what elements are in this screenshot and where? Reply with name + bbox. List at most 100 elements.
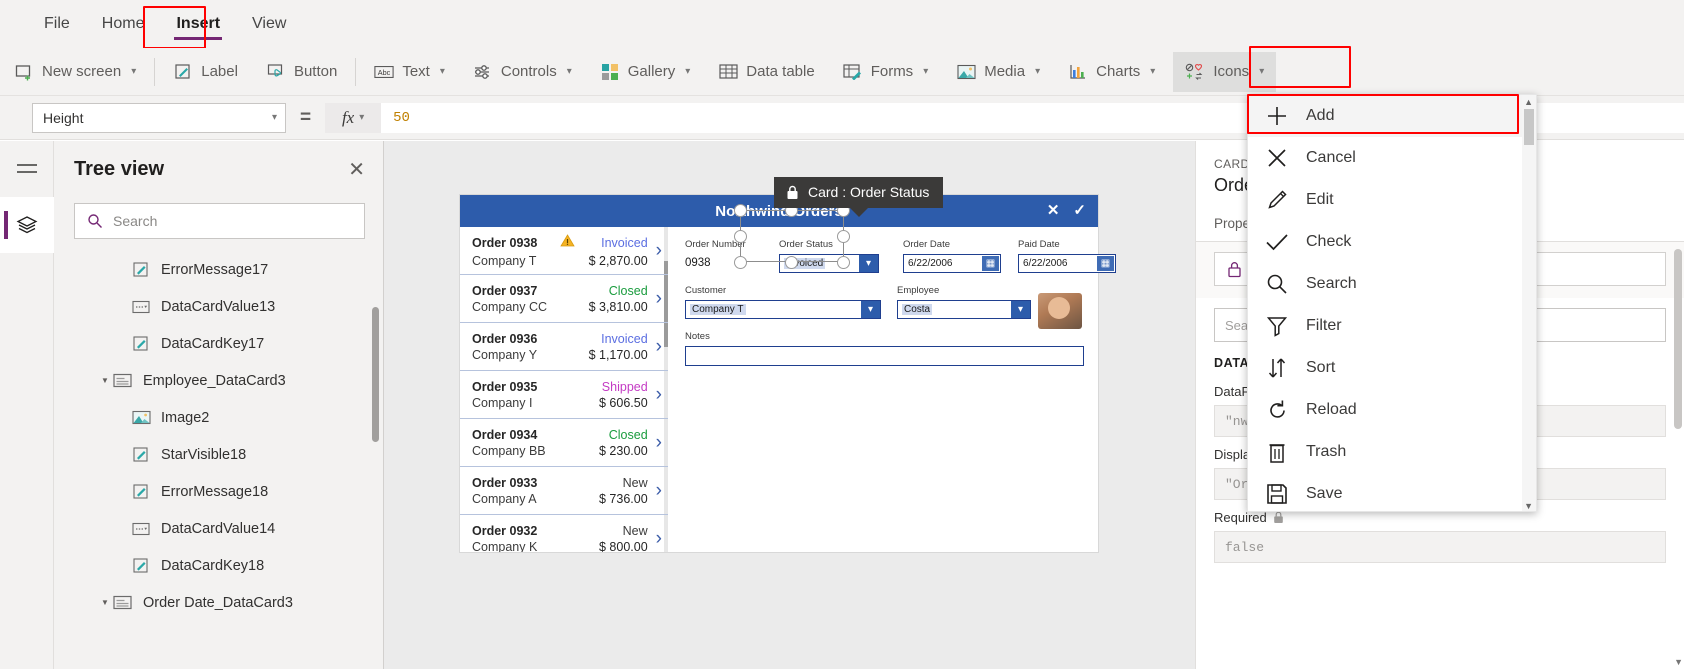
chevron-down-icon[interactable]: ▾ [1011,301,1030,318]
menu-item-insert[interactable]: Insert [160,9,236,40]
gallery-item[interactable]: Order 0936 Invoiced Company Y $ 1,170.00 › [460,323,668,371]
required-input[interactable]: false [1214,531,1666,563]
tree-item[interactable]: ▼ Employee_DataCard3 [54,362,383,399]
icons-menu-item-check[interactable]: Check [1248,221,1536,263]
icons-menu-item-search[interactable]: Search [1248,263,1536,305]
ribbon-button-control[interactable]: Button [254,52,349,92]
gallery-amount: $ 1,170.00 [588,347,648,362]
check-icon[interactable]: ✓ [1073,201,1086,219]
menu-item-home[interactable]: Home [86,9,161,39]
icons-dropdown-menu[interactable]: Add Cancel Edit Check Search Filter Sort Reload… [1247,94,1537,512]
tree-item[interactable]: StarVisible18 [54,436,383,473]
tree-item[interactable]: DataCardKey17 [54,325,383,362]
gallery-order-status: New [622,523,648,538]
chevron-right-icon[interactable]: › [656,288,662,310]
gallery-item-texts: Order 0938 Invoiced Company T $ 2,870.00 [472,233,648,268]
close-icon[interactable]: ✕ [348,157,365,182]
ribbon-charts[interactable]: Charts ▾ [1056,52,1167,92]
tree-item-label: ErrorMessage18 [161,483,269,500]
ribbon-icons[interactable]: Icons ▾ [1173,51,1277,92]
property-selector[interactable]: Height ▾ [32,102,286,133]
filter-icon [1264,315,1290,337]
gallery-item[interactable]: Order 0933 New Company A $ 736.00 › [460,467,668,515]
ribbon-new-screen[interactable]: New screen ▾ [2,52,148,92]
gallery-item[interactable]: Order 0935 Shipped Company I $ 606.50 › [460,371,668,419]
menu-item-file[interactable]: File [28,9,86,39]
gallery-item[interactable]: Order 0932 New Company K $ 800.00 › [460,515,668,553]
hamburger-icon [17,164,37,173]
icons-menu-item-label: Save [1306,485,1343,502]
chevron-down-icon[interactable]: ▾ [859,255,878,272]
tree-item[interactable]: Image2 [54,399,383,436]
customer-dropdown[interactable]: Company T ▾ [685,300,881,319]
hamburger-menu-button[interactable] [0,141,54,197]
icons-menu-item-edit[interactable]: Edit [1248,179,1536,221]
tree-item[interactable]: DataCardValue14 [54,510,383,547]
icons-menu-item-filter[interactable]: Filter [1248,305,1536,347]
gallery-item-line1: Order 0932 New [472,524,648,538]
gallery-company: Company K [472,539,538,553]
order-date-input[interactable]: 6/22/2006 ▦ [903,254,1001,273]
tree-item-list[interactable]: ErrorMessage17 DataCardValue13 DataCardKey… [54,249,383,669]
chevron-down-icon: ▾ [1150,66,1156,77]
chevron-right-icon[interactable]: › [656,336,662,358]
expand-collapse-icon[interactable]: ▼ [98,598,112,607]
icons-menu-item-trash[interactable]: Trash [1248,431,1536,473]
tree-item[interactable]: ErrorMessage18 [54,473,383,510]
icons-menu-item-sort[interactable]: Sort [1248,347,1536,389]
icons-menu-item-cancel[interactable]: Cancel [1248,137,1536,179]
selection-handle-mr[interactable] [837,230,850,243]
tree-item[interactable]: DataCardValue13 [54,288,383,325]
tree-item[interactable]: ▼ Order Date_DataCard3 [54,584,383,621]
cancel-icon [1264,147,1290,169]
gallery-item[interactable]: Order 0934 Closed Company BB $ 230.00 › [460,419,668,467]
tree-scrollbar-thumb[interactable] [372,307,379,442]
selection-handle-ml[interactable] [734,230,747,243]
gallery-item-texts: Order 0934 Closed Company BB $ 230.00 [472,428,648,458]
chevron-right-icon[interactable]: › [656,480,662,502]
selection-handle-bc[interactable] [785,256,798,269]
icons-menu-item-reload[interactable]: Reload [1248,389,1536,431]
calendar-icon[interactable]: ▦ [982,256,999,271]
selection-handle-br[interactable] [837,256,850,269]
ribbon-data-table[interactable]: Data table [706,52,826,92]
chevron-right-icon[interactable]: › [656,528,662,550]
selection-handle-bl[interactable] [734,256,747,269]
fx-button[interactable]: fx ▾ [325,102,382,133]
ribbon-label-control[interactable]: Label [161,52,250,92]
tree-item[interactable]: ErrorMessage17 [54,251,383,288]
ribbon-forms[interactable]: Forms ▾ [831,52,941,92]
gallery-item[interactable]: Order 0938 Invoiced Company T $ 2,870.00 › [460,227,668,275]
scroll-up-icon[interactable]: ▲ [1524,97,1533,107]
chevron-down-icon[interactable]: ▾ [861,301,880,318]
orders-gallery[interactable]: Order 0938 Invoiced Company T $ 2,870.00 › Or… [460,227,668,552]
ribbon-controls[interactable]: Controls ▾ [461,52,584,92]
expand-collapse-icon[interactable]: ▼ [98,376,112,385]
scroll-down-icon[interactable]: ▼ [1674,657,1683,667]
tree-item[interactable]: DataCardKey18 [54,547,383,584]
ribbon-text[interactable]: Abc Text ▾ [362,52,457,92]
notes-input[interactable] [685,346,1084,366]
gallery-item[interactable]: Order 0937 Closed Company CC $ 3,810.00 › [460,275,668,323]
employee-dropdown[interactable]: Costa ▾ [897,300,1031,319]
dropdown-scrollbar-thumb[interactable] [1524,109,1534,145]
chevron-right-icon[interactable]: › [656,432,662,454]
dropdown-scrollbar[interactable]: ▲ ▼ [1522,95,1536,511]
rail-tree-view-button[interactable] [0,197,54,253]
paid-date-input[interactable]: 6/22/2006 ▦ [1018,254,1116,273]
ribbon-gallery[interactable]: Gallery ▾ [588,52,703,92]
icons-menu-item-save[interactable]: Save [1248,473,1536,511]
chevron-right-icon[interactable]: › [656,384,662,406]
scroll-down-icon[interactable]: ▼ [1524,501,1533,511]
menu-item-view[interactable]: View [236,9,302,39]
employee-label: Employee [897,285,940,296]
icons-menu-item-add[interactable]: Add [1248,95,1536,137]
icons-menu-item-label: Check [1306,233,1352,250]
chevron-right-icon[interactable]: › [656,240,662,262]
ribbon-media[interactable]: Media ▾ [944,52,1052,92]
selection-handle-tl[interactable] [734,204,747,217]
properties-scrollbar-thumb[interactable] [1674,249,1682,429]
calendar-icon[interactable]: ▦ [1097,256,1114,271]
tree-search-input[interactable]: Search [74,203,365,239]
close-icon[interactable]: ✕ [1047,201,1060,219]
